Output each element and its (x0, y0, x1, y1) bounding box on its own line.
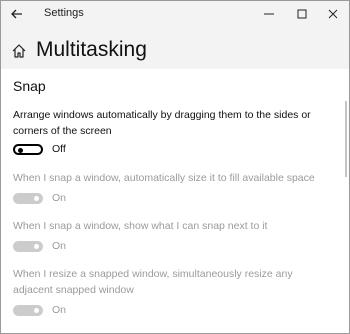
arrow-left-icon[interactable] (7, 4, 27, 24)
snap-fill-toggle[interactable] (13, 193, 43, 204)
scrollbar-thumb[interactable] (345, 101, 347, 177)
maximize-icon[interactable] (293, 5, 311, 23)
page-header: Multitasking (1, 27, 349, 69)
toggle-knob (34, 244, 39, 249)
toggle-knob (18, 147, 23, 153)
settings-content: Snap Arrange windows automatically by dr… (1, 69, 349, 333)
snap-assist-state: On (52, 240, 67, 252)
page-title: Multitasking (36, 38, 147, 61)
snap-resize-description: When I resize a snapped window, simultan… (13, 268, 293, 296)
snap-arrange-description: Arrange windows automatically by draggin… (13, 109, 311, 137)
snap-assist-toggle[interactable] (13, 241, 43, 252)
toggle-knob (34, 308, 39, 313)
minimize-icon[interactable] (260, 5, 278, 23)
snap-arrange-toggle[interactable] (13, 144, 43, 155)
snap-assist-description: When I snap a window, show what I can sn… (13, 220, 268, 232)
window-title: Settings (44, 7, 84, 19)
toggle-knob (34, 196, 39, 201)
home-icon[interactable] (11, 43, 27, 59)
snap-arrange-state: Off (52, 143, 66, 155)
title-bar: Settings (1, 1, 349, 27)
settings-window: Settings Multitasking Snap Arrange windo… (0, 0, 350, 334)
snap-resize-state: On (52, 304, 67, 316)
snap-fill-description: When I snap a window, automatically size… (13, 172, 315, 184)
close-icon[interactable] (324, 5, 342, 23)
snap-fill-state: On (52, 192, 67, 204)
snap-resize-toggle[interactable] (13, 305, 43, 316)
section-title-snap: Snap (13, 78, 46, 94)
